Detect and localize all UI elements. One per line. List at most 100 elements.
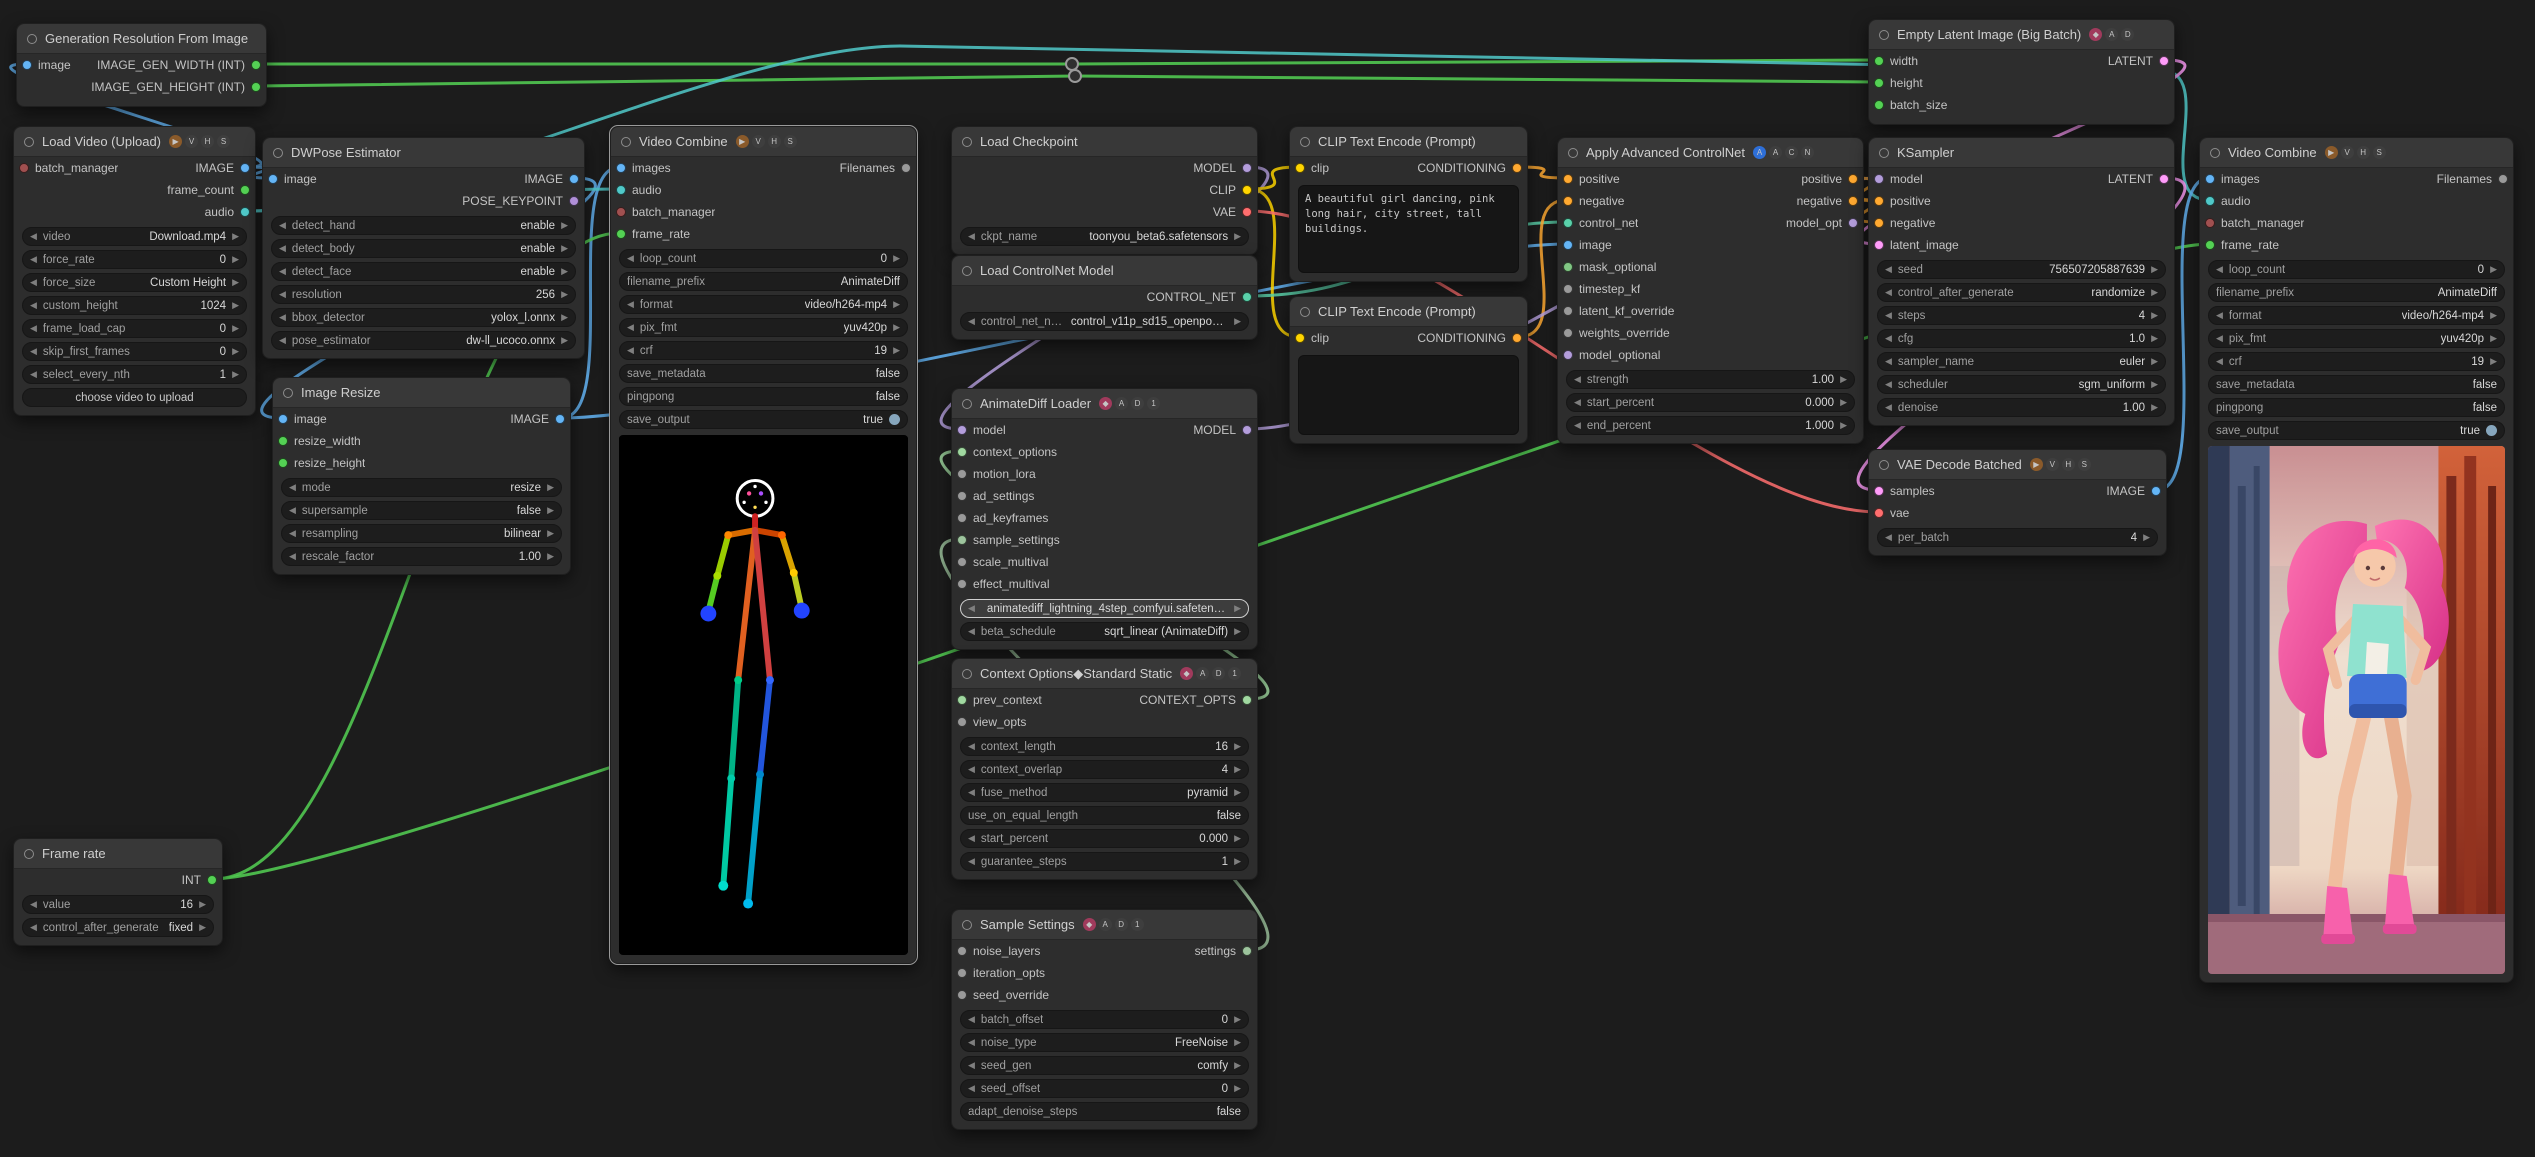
decrement-arrow-icon[interactable]: ◀ bbox=[1885, 287, 1892, 298]
widget-scheduler[interactable]: ◀ scheduler sgm_uniform ▶ bbox=[1877, 375, 2166, 394]
node-header[interactable]: DWPose Estimator bbox=[263, 138, 584, 168]
decrement-arrow-icon[interactable]: ◀ bbox=[627, 322, 634, 333]
input-slot-dot[interactable] bbox=[957, 469, 967, 479]
node-header[interactable]: KSampler bbox=[1869, 138, 2174, 168]
node-header[interactable]: Load ControlNet Model bbox=[952, 256, 1257, 286]
input-slot[interactable]: control_net bbox=[1563, 216, 1638, 230]
decrement-arrow-icon[interactable]: ◀ bbox=[2216, 356, 2223, 367]
node-image-resize[interactable]: Image Resize image IMAGE resize_width resize… bbox=[272, 377, 571, 575]
input-slot-dot[interactable] bbox=[957, 535, 967, 545]
output-slot-dot[interactable] bbox=[1242, 163, 1252, 173]
widget-loop_count[interactable]: ◀ loop_count 0 ▶ bbox=[619, 249, 908, 268]
widget-save_metadata[interactable]: save_metadata false bbox=[619, 364, 908, 383]
input-slot[interactable]: latent_kf_override bbox=[1563, 304, 1674, 318]
widget-ckpt_name[interactable]: ◀ ckpt_name toonyou_beta6.safetensors ▶ bbox=[960, 227, 1249, 246]
collapse-toggle-icon[interactable] bbox=[962, 265, 972, 276]
output-slot-dot[interactable] bbox=[1242, 292, 1252, 302]
widget-cfg[interactable]: ◀ cfg 1.0 ▶ bbox=[1877, 329, 2166, 348]
input-slot[interactable]: noise_layers bbox=[957, 944, 1040, 958]
widget-filename_prefix[interactable]: filename_prefix AnimateDiff bbox=[619, 272, 908, 291]
decrement-arrow-icon[interactable]: ◀ bbox=[289, 551, 296, 562]
input-slot[interactable]: negative bbox=[1874, 216, 1935, 230]
node-vae-decode[interactable]: VAE Decode Batched ▶ V H Ssamples IMAGE vae ◀ pe… bbox=[1868, 449, 2167, 556]
widget-sampler_name[interactable]: ◀ sampler_name euler ▶ bbox=[1877, 352, 2166, 371]
output-slot[interactable]: CLIP bbox=[1209, 183, 1252, 197]
decrement-arrow-icon[interactable]: ◀ bbox=[1885, 310, 1892, 321]
input-slot-dot[interactable] bbox=[957, 946, 967, 956]
decrement-arrow-icon[interactable]: ◀ bbox=[279, 243, 286, 254]
increment-arrow-icon[interactable]: ▶ bbox=[2151, 356, 2158, 367]
output-slot-dot[interactable] bbox=[240, 185, 250, 195]
node-context-options[interactable]: Context Options◆Standard Static ◆ A D 1 prev_… bbox=[951, 658, 1258, 880]
decrement-arrow-icon[interactable]: ◀ bbox=[279, 312, 286, 323]
input-slot[interactable]: scale_multival bbox=[957, 555, 1048, 569]
output-slot-dot[interactable] bbox=[240, 163, 250, 173]
collapse-toggle-icon[interactable] bbox=[1879, 29, 1889, 40]
increment-arrow-icon[interactable]: ▶ bbox=[2151, 402, 2158, 413]
increment-arrow-icon[interactable]: ▶ bbox=[1234, 1037, 1241, 1048]
input-slot[interactable]: image bbox=[22, 58, 71, 72]
toggle-knob-icon[interactable] bbox=[2486, 425, 2497, 436]
node-animatediff[interactable]: AnimateDiff Loader ◆ A D 1 model MODEL context_… bbox=[951, 388, 1258, 650]
node-header[interactable]: Context Options◆Standard Static ◆ A D 1 bbox=[952, 659, 1257, 689]
input-slot[interactable]: images bbox=[2205, 172, 2260, 186]
output-slot-dot[interactable] bbox=[1848, 218, 1858, 228]
output-slot-dot[interactable] bbox=[1242, 695, 1252, 705]
input-slot[interactable]: batch_manager bbox=[2205, 216, 2304, 230]
node-gen-res[interactable]: Generation Resolution From Image image IMA… bbox=[16, 23, 267, 107]
output-slot[interactable]: CONDITIONING bbox=[1417, 161, 1522, 175]
increment-arrow-icon[interactable]: ▶ bbox=[1234, 1083, 1241, 1094]
increment-arrow-icon[interactable]: ▶ bbox=[2143, 532, 2150, 543]
increment-arrow-icon[interactable]: ▶ bbox=[893, 322, 900, 333]
input-slot[interactable]: image bbox=[268, 172, 317, 186]
widget-skip_first_frames[interactable]: ◀ skip_first_frames 0 ▶ bbox=[22, 342, 247, 361]
node-header[interactable]: Video Combine ▶ V H S bbox=[2200, 138, 2513, 168]
input-slot[interactable]: frame_rate bbox=[2205, 238, 2279, 252]
node-load-checkpoint[interactable]: Load Checkpoint MODEL CLIP VAE ◀ ckpt_name too… bbox=[951, 126, 1258, 255]
increment-arrow-icon[interactable]: ▶ bbox=[1234, 787, 1241, 798]
input-slot[interactable]: mask_optional bbox=[1563, 260, 1656, 274]
input-slot[interactable]: resize_height bbox=[278, 456, 365, 470]
input-slot[interactable]: images bbox=[616, 161, 671, 175]
output-slot-dot[interactable] bbox=[569, 196, 579, 206]
input-slot-dot[interactable] bbox=[616, 229, 626, 239]
widget-batch_offset[interactable]: ◀ batch_offset 0 ▶ bbox=[960, 1010, 1249, 1029]
input-slot[interactable]: view_opts bbox=[957, 715, 1026, 729]
increment-arrow-icon[interactable]: ▶ bbox=[1840, 420, 1847, 431]
widget-pix_fmt[interactable]: ◀ pix_fmt yuv420p ▶ bbox=[2208, 329, 2505, 348]
node-vc-right[interactable]: Video Combine ▶ V H Simages Filenames audio bat… bbox=[2199, 137, 2514, 983]
increment-arrow-icon[interactable]: ▶ bbox=[893, 253, 900, 264]
input-slot[interactable]: positive bbox=[1563, 172, 1620, 186]
input-slot-dot[interactable] bbox=[1874, 196, 1884, 206]
widget-control_after_generate[interactable]: ◀ control_after_generate randomize ▶ bbox=[1877, 283, 2166, 302]
output-slot-dot[interactable] bbox=[240, 207, 250, 217]
collapse-toggle-icon[interactable] bbox=[1568, 147, 1578, 158]
output-slot-dot[interactable] bbox=[2159, 174, 2169, 184]
input-slot[interactable]: model bbox=[1874, 172, 1923, 186]
input-slot-dot[interactable] bbox=[957, 579, 967, 589]
decrement-arrow-icon[interactable]: ◀ bbox=[289, 482, 296, 493]
decrement-arrow-icon[interactable]: ◀ bbox=[30, 922, 37, 933]
widget-filename_prefix[interactable]: filename_prefix AnimateDiff bbox=[2208, 283, 2505, 302]
decrement-arrow-icon[interactable]: ◀ bbox=[1574, 420, 1581, 431]
input-slot-dot[interactable] bbox=[1295, 333, 1305, 343]
increment-arrow-icon[interactable]: ▶ bbox=[2151, 333, 2158, 344]
output-slot[interactable]: VAE bbox=[1213, 205, 1252, 219]
increment-arrow-icon[interactable]: ▶ bbox=[2490, 264, 2497, 275]
input-slot[interactable]: effect_multival bbox=[957, 577, 1049, 591]
input-slot-dot[interactable] bbox=[957, 513, 967, 523]
input-slot[interactable]: audio bbox=[2205, 194, 2250, 208]
increment-arrow-icon[interactable]: ▶ bbox=[547, 482, 554, 493]
node-header[interactable]: Image Resize bbox=[273, 378, 570, 408]
output-slot[interactable]: model_opt bbox=[1786, 216, 1858, 230]
input-slot-dot[interactable] bbox=[1563, 306, 1573, 316]
input-slot-dot[interactable] bbox=[1563, 328, 1573, 338]
input-slot[interactable]: image bbox=[1563, 238, 1612, 252]
widget-use_on_equal_length[interactable]: use_on_equal_length false bbox=[960, 806, 1249, 825]
decrement-arrow-icon[interactable]: ◀ bbox=[30, 231, 37, 242]
output-slot[interactable]: IMAGE bbox=[524, 172, 579, 186]
decrement-arrow-icon[interactable]: ◀ bbox=[968, 1083, 975, 1094]
widget-video[interactable]: ◀ video Download.mp4 ▶ bbox=[22, 227, 247, 246]
output-slot-dot[interactable] bbox=[1512, 163, 1522, 173]
widget-loop_count[interactable]: ◀ loop_count 0 ▶ bbox=[2208, 260, 2505, 279]
